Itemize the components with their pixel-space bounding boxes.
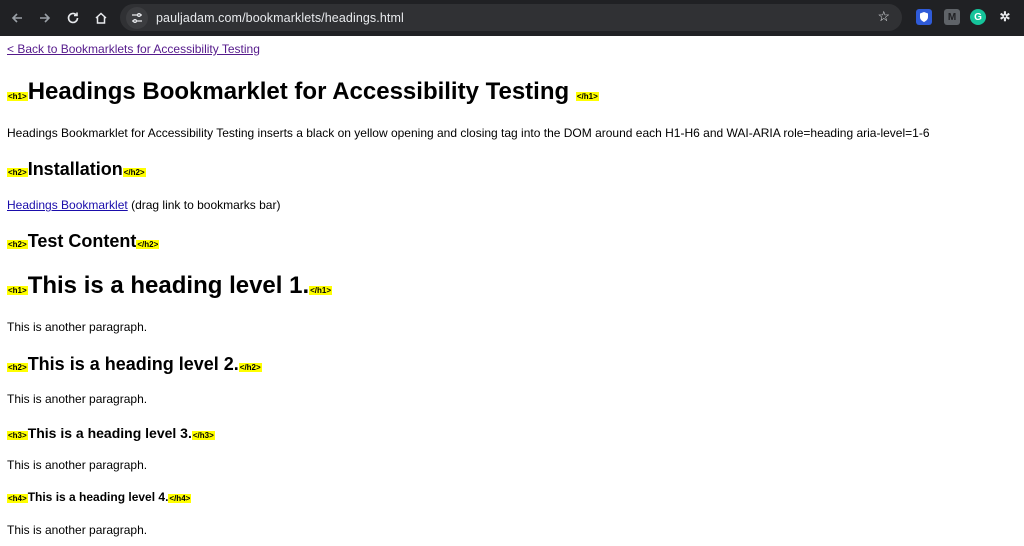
- h2-close-tag: </h2>: [136, 240, 160, 249]
- installation-heading-text: Installation: [27, 159, 123, 179]
- intro-paragraph: Headings Bookmarklet for Accessibility T…: [7, 126, 930, 140]
- h2-close-tag: </h2>: [238, 363, 262, 372]
- site-info-icon[interactable]: [126, 6, 148, 29]
- reload-icon[interactable]: [62, 7, 84, 29]
- h4-close-tag: </h4>: [168, 494, 192, 503]
- page-title: <h1>Headings Bookmarklet for Accessibili…: [7, 78, 599, 106]
- test-content-heading: <h2>Test Content</h2>: [7, 231, 160, 252]
- h1-close-tag: </h1>: [309, 286, 333, 295]
- heading-level-2: <h2>This is a heading level 2.</h2>: [7, 354, 262, 375]
- paragraph-3: This is another paragraph.: [7, 458, 148, 472]
- h1-close-tag: </h1>: [575, 92, 599, 101]
- heading-level-2-text: This is a heading level 2.: [27, 354, 239, 374]
- extension-m-icon[interactable]: M: [944, 9, 960, 25]
- extension-grammarly-icon[interactable]: G: [970, 9, 986, 25]
- h1-open-tag: <h1>: [7, 92, 28, 101]
- h1-open-tag: <h1>: [7, 286, 28, 295]
- page-content: < Back to Bookmarklets for Accessibility…: [0, 36, 1024, 546]
- installation-heading: <h2>Installation</h2>: [7, 159, 146, 180]
- extension-shield-icon[interactable]: [916, 9, 932, 25]
- h2-open-tag: <h2>: [7, 363, 28, 372]
- paragraph-1: This is another paragraph.: [7, 320, 148, 334]
- h2-open-tag: <h2>: [7, 168, 28, 177]
- paragraph-2: This is another paragraph.: [7, 392, 148, 406]
- heading-level-1: <h1>This is a heading level 1.</h1>: [7, 272, 333, 300]
- headings-bookmarklet-link[interactable]: Headings Bookmarklet: [7, 198, 128, 212]
- heading-level-4-text: This is a heading level 4.: [27, 490, 169, 504]
- paragraph-4: This is another paragraph.: [7, 523, 148, 537]
- h2-open-tag: <h2>: [7, 240, 28, 249]
- bookmarklet-hint: (drag link to bookmarks bar): [127, 198, 281, 212]
- back-icon[interactable]: [6, 7, 28, 29]
- home-icon[interactable]: [90, 7, 112, 29]
- h3-open-tag: <h3>: [7, 431, 28, 440]
- bookmarklet-line: Headings Bookmarklet (drag link to bookm…: [7, 198, 280, 212]
- url-text[interactable]: pauljadam.com/bookmarklets/headings.html: [156, 11, 404, 25]
- browser-toolbar: pauljadam.com/bookmarklets/headings.html…: [0, 0, 1024, 36]
- forward-icon[interactable]: [34, 7, 56, 29]
- back-link[interactable]: < Back to Bookmarklets for Accessibility…: [7, 42, 260, 56]
- address-bar[interactable]: pauljadam.com/bookmarklets/headings.html…: [120, 4, 902, 31]
- h2-close-tag: </h2>: [122, 168, 146, 177]
- heading-level-3-text: This is a heading level 3.: [27, 425, 192, 441]
- heading-level-1-text: This is a heading level 1.: [27, 272, 310, 299]
- h3-close-tag: </h3>: [191, 431, 215, 440]
- page-title-text: Headings Bookmarklet for Accessibility T…: [27, 78, 570, 105]
- bookmark-star-icon[interactable]: ☆: [877, 8, 890, 25]
- extension-puzzle-icon[interactable]: ✲: [997, 9, 1013, 25]
- test-content-heading-text: Test Content: [27, 231, 137, 251]
- heading-level-4: <h4>This is a heading level 4.</h4>: [7, 490, 192, 504]
- h4-open-tag: <h4>: [7, 494, 28, 503]
- heading-level-3: <h3>This is a heading level 3.</h3>: [7, 425, 215, 441]
